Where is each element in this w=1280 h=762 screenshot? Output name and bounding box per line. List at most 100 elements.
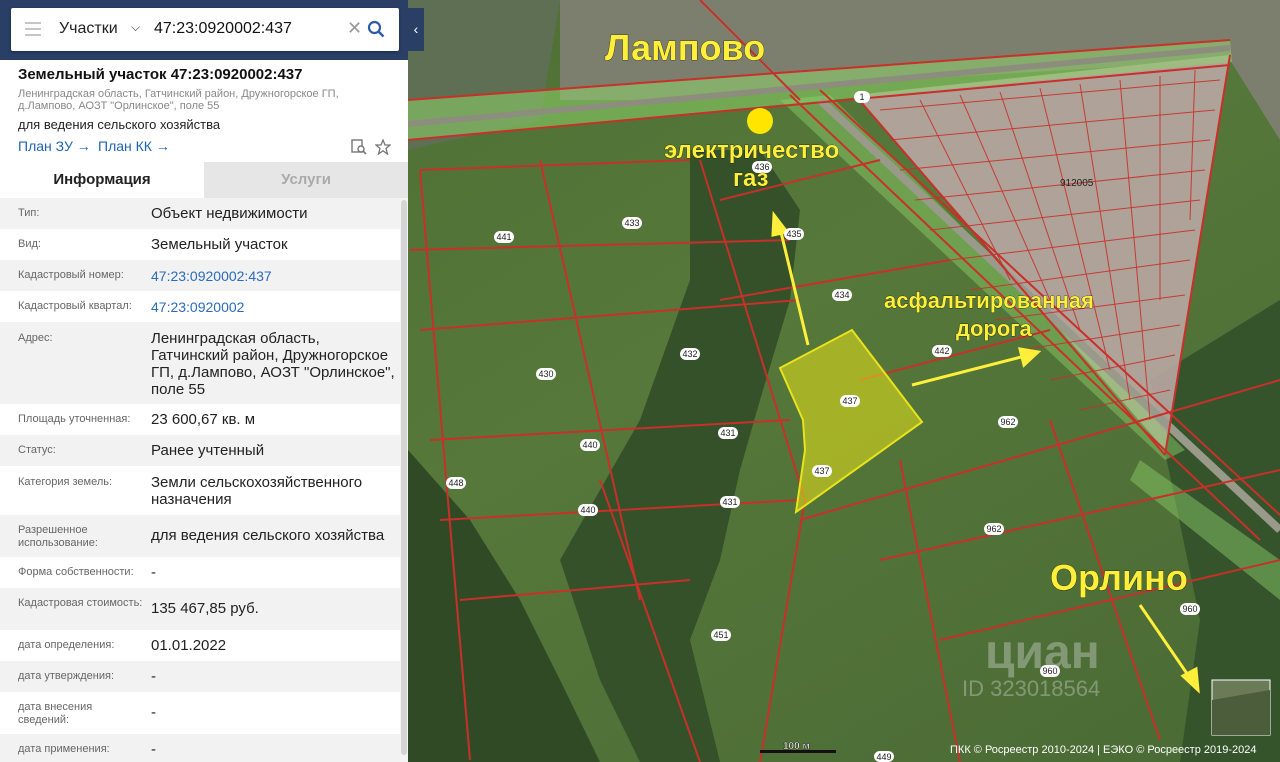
info-row-type: Тип: Объект недвижимости	[0, 198, 400, 229]
arrow-right-icon: →	[155, 138, 170, 154]
plot-label: 440	[578, 504, 598, 516]
info-row-address: Адрес: Ленинградская область, Гатчинский…	[0, 322, 400, 404]
info-value: -	[151, 564, 156, 581]
info-value: Объект недвижимости	[151, 205, 308, 222]
search-input[interactable]: 47:23:0920002:437	[154, 20, 292, 38]
cadastral-quarter-link[interactable]: 47:23:0920002	[151, 299, 396, 316]
info-row-area: Площадь уточненная: 23 600,67 кв. м	[0, 404, 400, 435]
plot-label: 431	[720, 496, 740, 508]
info-row-land-category: Категория земель: Земли сельскохозяйстве…	[0, 466, 400, 515]
plot-label: 437	[812, 465, 832, 477]
info-label: Кадастровая стоимость:	[18, 597, 143, 609]
plot-label: 432	[680, 348, 700, 360]
info-row-date-approved: дата утверждения: -	[0, 661, 400, 692]
plot-label: 442	[932, 345, 952, 357]
info-label: Разрешенное использование:	[18, 524, 98, 549]
info-panel: Участки ⌵ 47:23:0920002:437 ✕ Земельный …	[0, 0, 408, 762]
watermark-id: ID 323018564	[962, 676, 1100, 701]
parcel-address: Ленинградская область, Гатчинский район,…	[18, 88, 339, 112]
plot-label: 960	[1180, 603, 1200, 615]
svg-text:442: 442	[934, 346, 949, 356]
svg-text:435: 435	[786, 229, 801, 239]
plot-label: 431	[718, 427, 738, 439]
plot-label: 434	[832, 289, 852, 301]
info-value: 23 600,67 кв. м	[151, 411, 256, 428]
info-label: Кадастровый квартал:	[18, 300, 132, 312]
info-row-cadastral-value: Кадастровая стоимость: 135 467,85 руб.	[0, 588, 400, 630]
info-row-kind: Вид: Земельный участок	[0, 229, 400, 260]
info-label: Площадь уточненная:	[18, 413, 131, 425]
info-row-permitted-use: Разрешенное использование: для ведения с…	[0, 515, 400, 557]
info-value: 135 467,85 руб.	[151, 600, 259, 617]
svg-text:434: 434	[834, 290, 849, 300]
info-label: Кадастровый номер:	[18, 269, 124, 281]
info-label: дата определения:	[18, 639, 115, 651]
plot-label: 435	[784, 228, 804, 240]
plot-label: 448	[446, 477, 466, 489]
svg-text:100 м: 100 м	[783, 741, 810, 752]
map-copyright: ПКК © Росреестр 2010-2024 | ЕЭКО © Росре…	[950, 744, 1257, 756]
svg-text:433: 433	[624, 218, 639, 228]
star-icon[interactable]	[375, 139, 391, 155]
info-label: Адрес:	[18, 332, 53, 344]
plot-label: 437	[840, 395, 860, 407]
plot-label: 441	[494, 231, 514, 243]
svg-text:432: 432	[682, 349, 697, 359]
parcel-purpose: для ведения сельского хозяйства	[18, 117, 221, 132]
chevron-down-icon[interactable]: ⌵	[131, 20, 140, 35]
arrow-right-icon: →	[76, 138, 91, 154]
svg-text:962: 962	[1000, 417, 1015, 427]
layer-select[interactable]: Участки	[59, 20, 118, 38]
tab-bar: Информация Услуги	[0, 162, 408, 198]
utility-point-marker	[747, 108, 773, 134]
search-document-icon[interactable]	[351, 139, 367, 155]
info-value: Земельный участок	[151, 236, 288, 253]
svg-text:449: 449	[876, 752, 891, 762]
plan-zu-link[interactable]: План ЗУ →	[18, 138, 91, 154]
plot-label: 430	[536, 368, 556, 380]
search-icon[interactable]	[367, 20, 385, 38]
panel-scrollbar[interactable]	[400, 198, 408, 762]
info-value: для ведения сельского хозяйства	[151, 527, 385, 544]
tab-services[interactable]: Услуги	[204, 162, 408, 198]
info-value: Земли сельскохозяйственного назначения	[151, 474, 363, 508]
plot-label: 1	[854, 91, 870, 103]
info-row-cadastral-quarter: Кадастровый квартал: 47:23:0920002	[0, 291, 400, 322]
svg-text:437: 437	[814, 466, 829, 476]
info-label: Тип:	[18, 207, 40, 219]
plot-label: 962	[984, 523, 1004, 535]
info-label: дата утверждения:	[18, 670, 115, 682]
info-row-date-determined: дата определения: 01.01.2022	[0, 630, 400, 661]
clear-icon[interactable]: ✕	[347, 18, 362, 39]
svg-text:448: 448	[448, 478, 463, 488]
tab-information[interactable]: Информация	[0, 162, 204, 198]
info-value: -	[151, 704, 156, 721]
info-label: Статус:	[18, 444, 56, 456]
info-row-date-applied: дата применения: -	[0, 734, 400, 762]
svg-text:440: 440	[582, 440, 597, 450]
collapse-panel-icon[interactable]: ‹	[408, 8, 424, 51]
info-value: -	[151, 668, 156, 685]
plot-label: 451	[711, 629, 731, 641]
svg-text:431: 431	[720, 428, 735, 438]
svg-text:962: 962	[986, 524, 1001, 534]
plot-label: 962	[998, 416, 1018, 428]
info-row-ownership: Форма собственности: -	[0, 557, 400, 588]
label-lampovo: Лампово	[605, 27, 765, 68]
svg-text:960: 960	[1182, 604, 1197, 614]
plot-label: 433	[622, 217, 642, 229]
info-value: Ранее учтенный	[151, 442, 265, 459]
info-label: Вид:	[18, 238, 41, 250]
info-row-status: Статус: Ранее учтенный	[0, 435, 400, 466]
label-orlino: Орлино	[1050, 557, 1188, 598]
hamburger-menu-icon[interactable]	[25, 22, 41, 36]
plan-kk-link[interactable]: План КК →	[98, 138, 170, 154]
info-label: дата внесения сведений:	[18, 701, 93, 726]
watermark-brand: циан	[985, 626, 1100, 679]
cadastral-number-link[interactable]: 47:23:0920002:437	[151, 268, 396, 285]
svg-text:437: 437	[842, 396, 857, 406]
info-label: Категория земель:	[18, 476, 113, 488]
svg-text:430: 430	[538, 369, 553, 379]
minimap-toggle[interactable]	[1211, 679, 1271, 736]
info-value: 01.01.2022	[151, 637, 227, 654]
